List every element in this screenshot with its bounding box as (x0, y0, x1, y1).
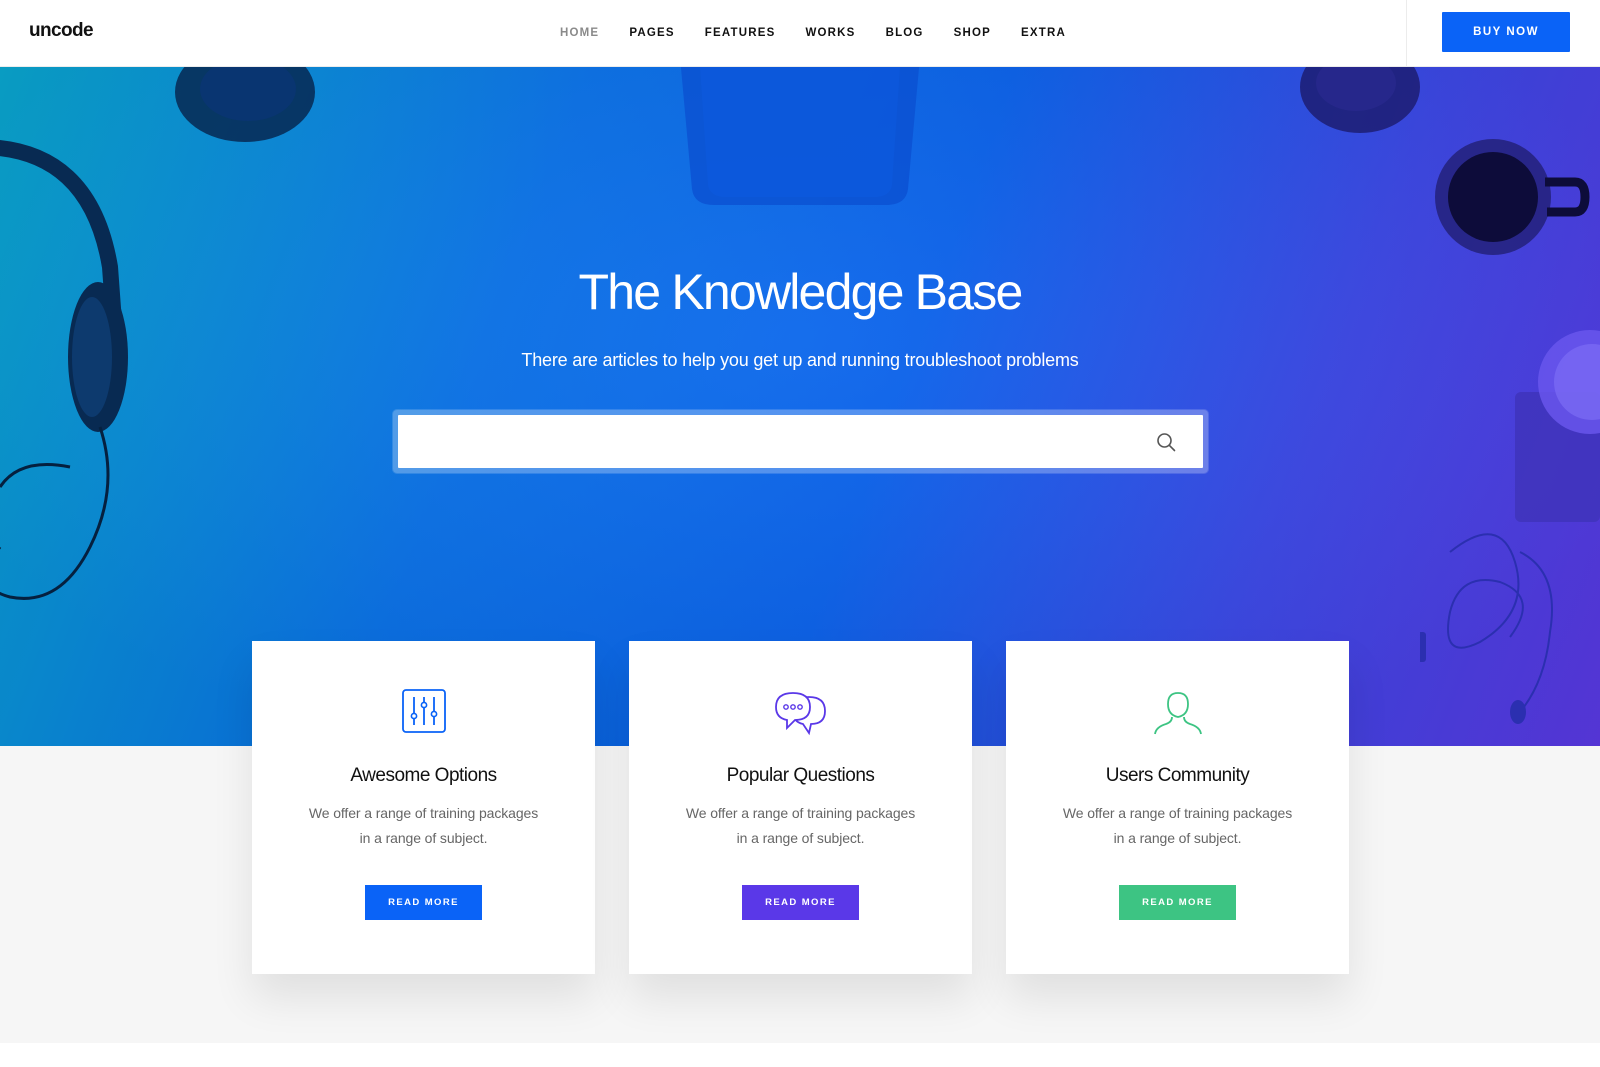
coffee-cup-decoration (1435, 139, 1590, 255)
site-header: uncode HOME PAGES FEATURES WORKS BLOG SH… (0, 0, 1600, 67)
card-description-line: We offer a range of training packages (685, 805, 916, 821)
chat-bubbles-icon (775, 692, 826, 736)
read-more-button[interactable]: READ MORE (1119, 885, 1236, 920)
sliders-icon (402, 689, 446, 733)
user-icon (1154, 692, 1202, 735)
card-title: Users Community (1105, 765, 1250, 786)
nav-item-works[interactable]: WORKS (805, 27, 855, 39)
nav-item-pages[interactable]: PAGES (629, 27, 674, 39)
search-input[interactable] (398, 415, 1203, 468)
nav-item-extra[interactable]: EXTRA (1021, 27, 1066, 39)
card-description: We offer a range of training packages in… (669, 801, 932, 851)
site-logo[interactable]: uncode (29, 20, 94, 42)
card-description-line: We offer a range of training packages (1062, 805, 1293, 821)
nav-item-shop[interactable]: SHOP (954, 27, 991, 39)
card-description: We offer a range of training packages in… (1046, 801, 1309, 851)
feature-card-questions: Popular Questions We offer a range of tr… (629, 641, 972, 974)
read-more-button[interactable]: READ MORE (365, 885, 482, 920)
search-box (393, 410, 1208, 473)
speaker-left-decoration (175, 67, 315, 142)
hero-title: The Knowledge Base (578, 264, 1024, 320)
card-title: Awesome Options (350, 765, 497, 786)
buy-now-button[interactable]: BUY NOW (1442, 12, 1570, 52)
header-divider (1406, 0, 1407, 66)
page-footer-gap (0, 1043, 1600, 1067)
monitor-stand-decoration (680, 67, 920, 205)
feature-card-options: Awesome Options We offer a range of trai… (252, 641, 595, 974)
card-description: We offer a range of training packages in… (292, 801, 555, 851)
speaker-right-decoration (1300, 67, 1420, 133)
headphones-decoration (0, 140, 128, 600)
earphones-decoration (1420, 533, 1553, 724)
card-description-line: in a range of subject. (1113, 830, 1242, 846)
main-nav: HOME PAGES FEATURES WORKS BLOG SHOP EXTR… (560, 0, 1096, 66)
read-more-button[interactable]: READ MORE (742, 885, 859, 920)
feature-card-community: Users Community We offer a range of trai… (1006, 641, 1349, 974)
card-description-line: in a range of subject. (359, 830, 488, 846)
nav-item-features[interactable]: FEATURES (705, 27, 776, 39)
nav-item-blog[interactable]: BLOG (886, 27, 924, 39)
card-description-line: We offer a range of training packages (308, 805, 539, 821)
hero-subtitle: There are articles to help you get up an… (521, 350, 1079, 370)
card-description-line: in a range of subject. (736, 830, 865, 846)
card-title: Popular Questions (726, 765, 875, 786)
nav-item-home[interactable]: HOME (560, 27, 599, 39)
search-icon[interactable] (1155, 431, 1177, 453)
